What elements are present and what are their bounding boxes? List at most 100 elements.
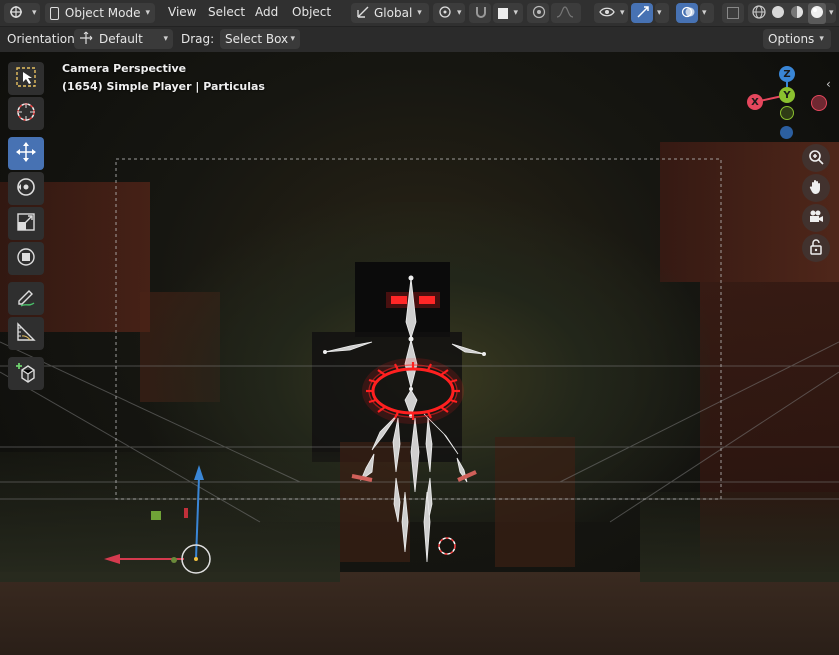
xray-toggle[interactable] [722,3,744,23]
3d-cursor [438,537,456,555]
empty-marker-green [151,511,161,520]
navigation-gizmo[interactable]: Z Y X [745,64,835,154]
chevron-down-icon: ▾ [290,34,295,44]
orientation-icon [356,5,370,22]
chevron-down-icon: ▾ [657,8,662,18]
pencil-icon [15,286,37,311]
gizmo-axis-neg-z[interactable] [780,126,793,139]
viewport-overlays [0,158,839,574]
empty-marker-red [184,508,188,518]
gizmo-dropdown[interactable]: ▾ [655,3,669,23]
chevron-down-icon: ▾ [819,34,824,44]
pivot-icon [438,5,452,22]
tool-cursor[interactable] [8,97,44,130]
selected-ring [362,358,464,424]
sidebar-toggle-arrow[interactable]: ‹ [826,77,831,91]
gizmo-axis-z[interactable]: Z [779,66,795,82]
mode-select[interactable]: Object Mode ▾ [45,3,155,23]
move-arrows-icon [15,141,37,166]
snap-toggle[interactable] [469,3,491,23]
gizmo-axis-y[interactable]: Y [779,87,795,103]
lock-camera-button[interactable] [802,234,830,262]
menu-select[interactable]: Select [208,5,245,19]
snap-target-button[interactable]: ▾ [493,3,523,23]
gizmo-axis-neg-y[interactable] [780,106,794,120]
add-cube-icon [15,361,37,386]
select-box-icon [15,66,37,91]
chevron-down-icon: ▾ [829,8,834,18]
solid-shading-icon[interactable] [770,4,786,23]
wireframe-shading-icon[interactable] [751,4,767,23]
orientation-value: Default [99,32,143,46]
pivot-point-button[interactable]: ▾ [433,3,465,23]
ruler-icon [15,321,37,346]
falloff-curve-icon [556,5,574,21]
drag-dropdown[interactable]: Select Box ▾ [220,29,300,49]
chevron-down-icon: ▾ [620,8,625,18]
overlays-dropdown[interactable]: ▾ [700,3,714,23]
hand-icon [808,179,824,198]
tool-add-cube[interactable] [8,357,44,390]
tool-settings-header: Orientation: Default ▾ Drag: Select Box … [0,27,839,52]
tool-move[interactable] [8,137,44,170]
editor-type-button[interactable]: ▾ [4,3,40,23]
3d-viewport[interactable]: Camera Perspective (1654) Simple Player … [0,52,839,655]
object-info-label: (1654) Simple Player | Particulas [62,80,265,93]
orientation-axes-icon [79,31,93,48]
tool-rotate[interactable] [8,172,44,205]
chevron-down-icon: ▾ [145,8,150,18]
eye-icon [599,6,615,21]
object-mode-icon [50,6,59,20]
cursor-icon [15,101,37,126]
falloff-button[interactable] [551,3,581,23]
tool-annotate[interactable] [8,282,44,315]
camera-icon [808,209,824,228]
transform-icon [15,246,37,271]
menu-add[interactable]: Add [255,5,278,19]
material-shading-icon[interactable] [789,4,805,23]
view-name-label: Camera Perspective [62,62,187,75]
snap-target-icon [498,7,509,19]
orientation-label: Global [374,6,413,20]
transform-orientation-select[interactable]: Global ▾ [351,3,429,23]
proportional-editing-toggle[interactable] [527,3,549,23]
chevron-down-icon: ▾ [513,8,518,18]
gizmo-icon [636,5,650,22]
chevron-down-icon: ▾ [702,8,707,18]
drag-value: Select Box [225,32,289,46]
overlays-toggle[interactable] [676,3,698,23]
rendered-shading-icon[interactable] [808,2,826,24]
unlock-icon [808,238,824,258]
editor-type-icon [9,5,27,22]
pan-button[interactable] [802,174,830,202]
tool-transform[interactable] [8,242,44,275]
chevron-down-icon: ▾ [417,8,422,18]
chevron-down-icon: ▾ [32,8,37,18]
drag-field-label: Drag: [181,32,215,46]
gizmo-axis-neg-x[interactable] [811,95,827,111]
magnet-icon [474,5,488,22]
shading-mode-group: ▾ [748,2,836,24]
proportional-icon [532,5,546,22]
options-label: Options [768,32,815,46]
overlays-icon [681,5,695,22]
tool-select-box[interactable] [8,62,44,95]
zoom-button[interactable] [802,144,830,172]
viewport-header: ▾ Object Mode ▾ View Select Add Object G… [0,0,839,27]
tool-measure[interactable] [8,317,44,350]
visibility-button[interactable]: ▾ [594,3,628,23]
menu-object[interactable]: Object [292,5,331,19]
scale-icon [15,211,37,236]
zoom-icon [808,149,824,168]
gizmo-toggle[interactable] [631,3,653,23]
tool-scale[interactable] [8,207,44,240]
gizmo-axis-x[interactable]: X [747,94,763,110]
rotate-icon [15,176,37,201]
mode-label: Object Mode [64,6,141,20]
menu-view[interactable]: View [168,5,196,19]
camera-view-button[interactable] [802,204,830,232]
chevron-down-icon: ▾ [163,34,168,44]
xray-icon [727,7,739,19]
options-button[interactable]: Options ▾ [763,29,831,49]
orientation-dropdown[interactable]: Default ▾ [74,29,173,49]
